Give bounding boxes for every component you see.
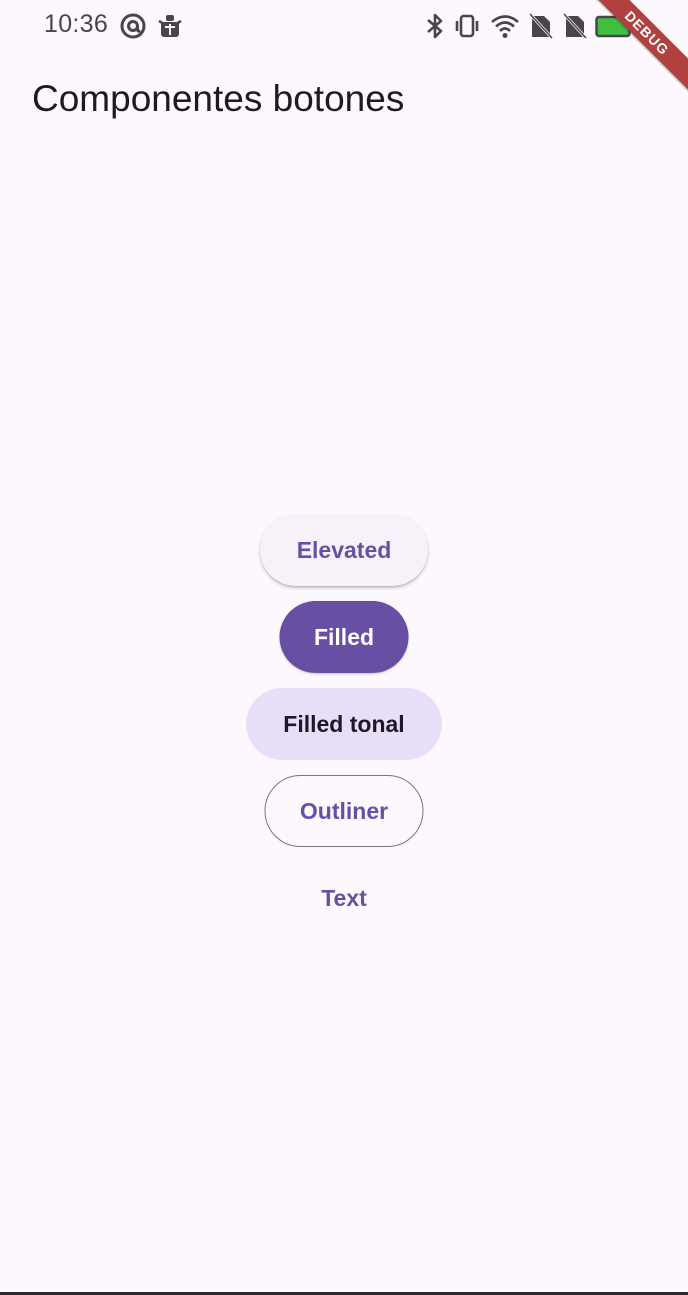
wifi-icon (490, 12, 520, 40)
no-sim-icon (562, 12, 588, 40)
at-sign-icon (119, 12, 147, 40)
no-sim-icon (528, 12, 554, 40)
app-screen: 10:36 DEBUG Componentes botones Elevated… (0, 0, 688, 1295)
filled-tonal-button[interactable]: Filled tonal (246, 688, 442, 760)
page-title: Componentes botones (32, 78, 405, 119)
elevated-button[interactable]: Elevated (260, 514, 428, 586)
outlined-button[interactable]: Outliner (264, 775, 424, 847)
vibrate-icon (453, 12, 481, 40)
status-bar: 10:36 (0, 0, 688, 54)
status-time: 10:36 (44, 10, 109, 38)
filled-button[interactable]: Filled (279, 601, 409, 673)
android-debug-icon (157, 12, 183, 40)
bluetooth-icon (425, 12, 445, 40)
text-button[interactable]: Text (294, 862, 394, 934)
